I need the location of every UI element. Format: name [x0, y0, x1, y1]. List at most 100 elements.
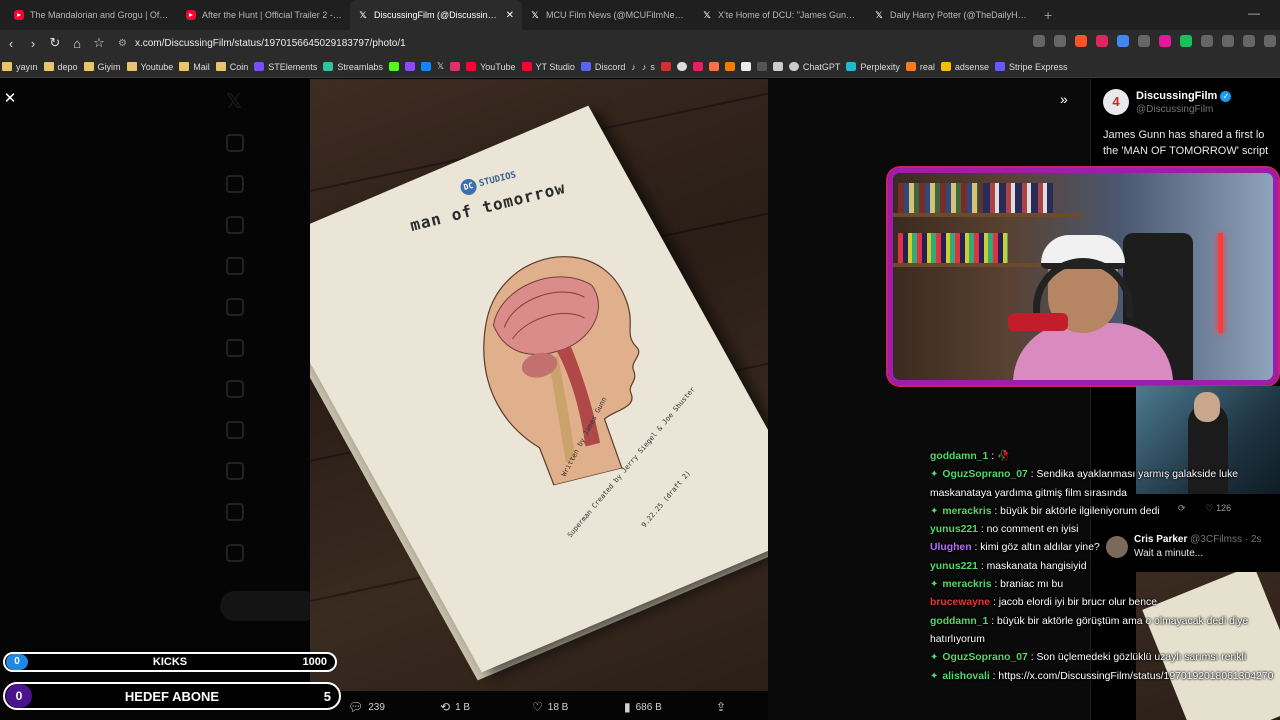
extension-icon[interactable] [1180, 35, 1192, 47]
bookmark-yt-studio[interactable]: YT Studio [521, 62, 575, 72]
bookmark-s[interactable]: ♪ s [642, 62, 655, 72]
chat-message: Ulughen : kimi göz altın aldılar yine? [930, 539, 1275, 557]
bookmark-discord[interactable]: Discord [580, 62, 625, 72]
bookmark-adsense[interactable]: adsense [940, 62, 989, 72]
chat-message: goddamn_1 : büyük bir aktörle görüştüm a… [930, 613, 1275, 650]
extension-icon[interactable] [1138, 35, 1150, 47]
tiktok-icon[interactable]: ♪ [631, 62, 636, 72]
bookmark-youtube[interactable]: YouTube [466, 62, 516, 72]
twitch-icon[interactable] [404, 62, 415, 71]
bookmark-folder-mail[interactable]: Mail [179, 62, 210, 72]
tab-5[interactable]: 𝕏 Daily Harry Potter (@TheDailyHPotte [866, 0, 1038, 30]
books [898, 233, 1008, 263]
bookmark-icon[interactable]: ☆ [88, 35, 110, 51]
chat-text: : kimi göz altın aldılar yine? [971, 542, 1100, 554]
bookmark-icon[interactable] [676, 62, 687, 71]
new-tab-icon[interactable]: + [1044, 7, 1052, 23]
bookmark-folder-coin[interactable]: Coin [215, 62, 248, 72]
reply-button[interactable]: 💬︎ 239 [348, 700, 385, 714]
bookmark-icon[interactable] [660, 62, 671, 71]
back-icon[interactable]: ‹ [0, 36, 22, 51]
tab-3[interactable]: 𝕏 MCU Film News (@MCUFilmNews) / [522, 0, 694, 30]
tab-2-active[interactable]: 𝕏 DiscussingFilm (@DiscussingFilm ✕ [350, 0, 522, 30]
bookmark-stripe-express[interactable]: Stripe Express [994, 62, 1067, 72]
nav-more-dimmed [226, 544, 244, 562]
subscriber-badge-icon: ✦ [930, 505, 939, 517]
home-icon[interactable]: ⌂ [66, 36, 88, 51]
brave-shield-icon[interactable] [1075, 35, 1087, 47]
bookmark-perplexity[interactable]: Perplexity [846, 62, 900, 72]
folder-icon [43, 62, 54, 71]
bookmark-chatgpt[interactable]: ChatGPT [788, 62, 840, 72]
bookmark-icon[interactable] [772, 62, 783, 71]
tab-4[interactable]: 𝕏 X'te Home of DCU: "James Gunn say [694, 0, 866, 30]
home-icon [226, 134, 244, 152]
puzzle-icon[interactable] [1201, 35, 1213, 47]
views-button[interactable]: ▮ 686 B [624, 700, 662, 714]
chat-message: ✦ OguzSoprano_07 : Son üçlemedeki gözlükl… [930, 649, 1275, 667]
bookmark-streamlabs[interactable]: Streamlabs [323, 62, 383, 72]
nav-notifications-dimmed [226, 216, 244, 234]
chat-username: OguzSoprano_07 [942, 469, 1028, 481]
bookmark-stelements[interactable]: STElements [254, 62, 317, 72]
stripe-icon [994, 62, 1005, 71]
subscriber-goal-bar: 0 HEDEF ABONE 5 [3, 682, 341, 710]
chat-username: yunus221 [930, 524, 978, 536]
share-icon[interactable] [1054, 35, 1066, 47]
bookmark-icon[interactable] [692, 62, 703, 71]
tab-1[interactable]: After the Hunt | Official Trailer 2 - Yo [178, 0, 350, 30]
url-field[interactable]: ⚙ x.com/DiscussingFilm/status/1970156645… [118, 38, 406, 49]
bookshelf [893, 213, 1083, 217]
like-button[interactable]: ♡ 18 B [532, 700, 568, 714]
subscriber-badge-icon: ✦ [930, 579, 939, 591]
bookmark-icon[interactable] [708, 62, 719, 71]
cast-icon[interactable] [1033, 35, 1045, 47]
close-icon[interactable]: ✕ [2, 91, 18, 107]
bookmark-icon[interactable] [740, 62, 751, 71]
lightning-icon [226, 462, 244, 480]
x-icon[interactable]: 𝕏 [437, 61, 444, 72]
minimize-icon[interactable]: — [1248, 6, 1260, 20]
share-icon: ⇪ [716, 700, 727, 714]
forward-icon[interactable]: › [22, 36, 44, 51]
bookmark-icon [226, 339, 244, 357]
site-info-icon[interactable]: ⚙ [118, 38, 127, 49]
expand-panel-icon[interactable]: » [1060, 91, 1068, 107]
author-name[interactable]: DiscussingFilm ✓ [1136, 90, 1232, 102]
bookmark-icon[interactable] [724, 62, 735, 71]
kick-icon[interactable] [388, 62, 399, 71]
repost-button[interactable]: ⟲ 1 B [440, 700, 470, 714]
music-icon[interactable] [1222, 35, 1234, 47]
bookmark-folder-depo[interactable]: depo [43, 62, 78, 72]
tab-0[interactable]: The Mandalorian and Grogu | Officia [6, 0, 178, 30]
sidebar-icon[interactable] [1243, 35, 1255, 47]
bookmark-real[interactable]: real [905, 62, 935, 72]
nav-premium-dimmed [226, 421, 244, 439]
extension-icon[interactable] [1117, 35, 1129, 47]
instagram-icon[interactable] [450, 62, 461, 71]
x-icon [226, 421, 244, 439]
author-handle[interactable]: @DiscussingFilm [1136, 104, 1213, 115]
close-tab-icon[interactable]: ✕ [506, 10, 514, 21]
extension-icon[interactable] [1159, 35, 1171, 47]
nav-profile-dimmed [226, 503, 244, 521]
share-button[interactable]: ⇪ [716, 700, 726, 714]
bookmark-folder-youtube[interactable]: Youtube [126, 62, 173, 72]
rewards-icon[interactable] [1096, 35, 1108, 47]
kicks-label: KICKS [152, 656, 188, 668]
avatar[interactable]: 4 [1103, 89, 1129, 115]
bookmark-folder-giyim[interactable]: Giyim [83, 62, 121, 72]
bluesky-icon[interactable] [420, 62, 431, 71]
subscriber-goal: 5 [323, 688, 331, 704]
profile-icon[interactable] [1264, 35, 1276, 47]
folder-icon [215, 62, 226, 71]
more-icon [226, 544, 244, 562]
reload-icon[interactable]: ↻ [44, 35, 66, 51]
bookmark-icon[interactable] [756, 62, 767, 71]
tweet-photo: DC STUDIOS man of tomorrow Written by Jam… [310, 79, 768, 691]
chat-message: brucewayne : jacob elordi iyi bir brucr … [930, 594, 1275, 612]
chat-text: : https://x.com/DiscussingFilm/status/19… [989, 670, 1274, 682]
folder-icon [83, 62, 94, 71]
chat-message: yunus221 : maskanata hangisiyid [930, 558, 1275, 576]
bookmark-folder-yayin[interactable]: yayın [2, 62, 38, 72]
